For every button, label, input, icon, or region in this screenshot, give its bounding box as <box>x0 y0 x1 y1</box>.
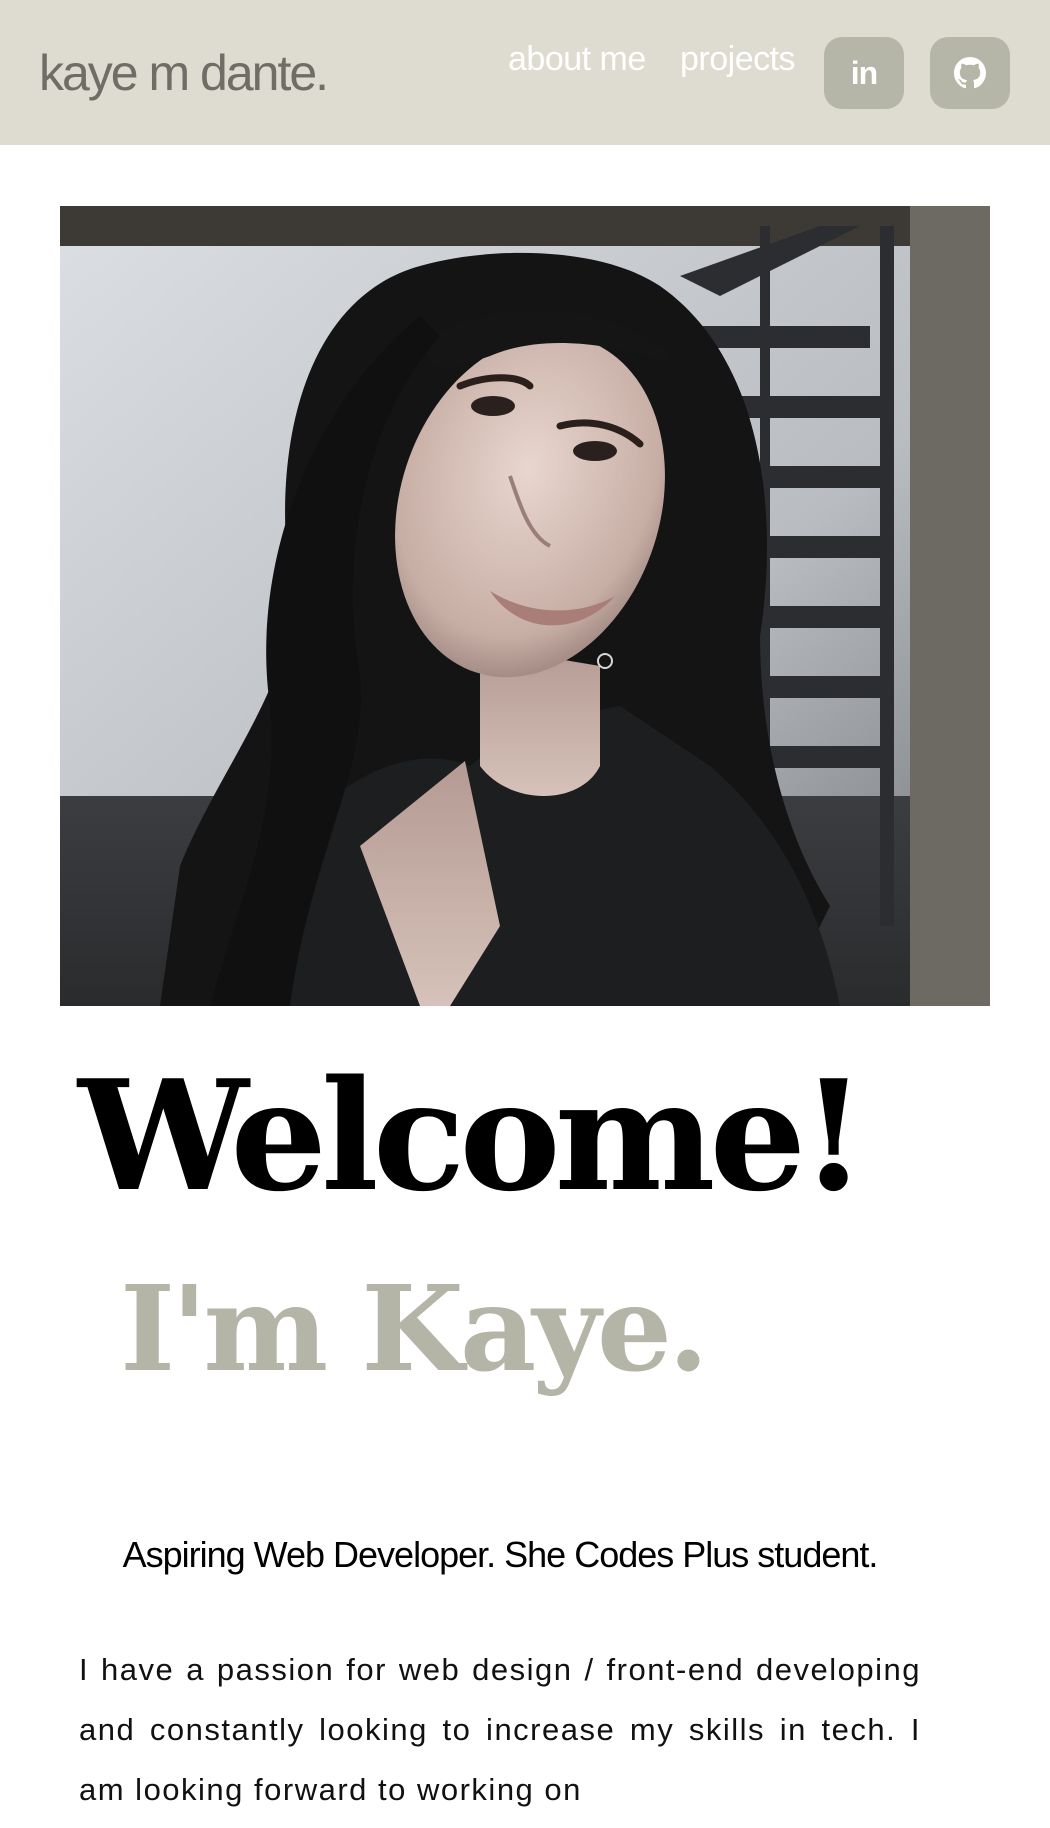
bio-paragraph: I have a passion for web design / front-… <box>79 1652 921 1807</box>
linkedin-button[interactable]: in <box>824 37 904 109</box>
github-icon <box>954 57 986 89</box>
intro-name-heading: I'm Kaye. <box>120 1259 709 1398</box>
github-button[interactable] <box>930 37 1010 109</box>
welcome-heading: Welcome! <box>78 1046 867 1225</box>
linkedin-icon: in <box>850 54 878 91</box>
navbar: kaye m dante. about me projects in <box>0 0 1050 145</box>
brand-logo-link[interactable]: kaye m dante. <box>39 44 329 102</box>
nav-link-about-me[interactable]: about me <box>508 40 646 79</box>
nav-link-projects[interactable]: projects <box>680 40 796 79</box>
portrait-photo <box>60 206 990 1006</box>
tagline: Aspiring Web Developer. She Codes Plus s… <box>122 1534 879 1575</box>
